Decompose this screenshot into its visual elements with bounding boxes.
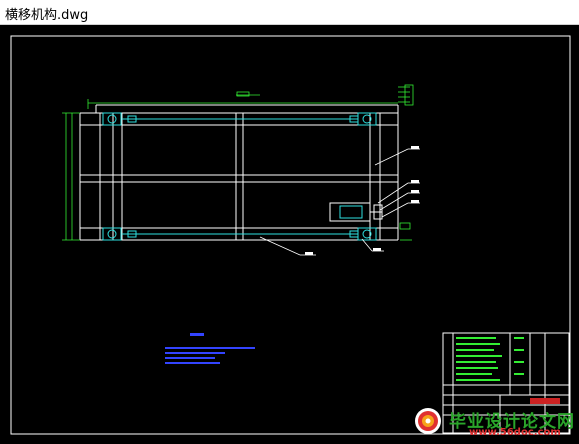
technical-notes xyxy=(165,333,255,364)
top-beam xyxy=(95,104,398,113)
shafts xyxy=(122,118,358,235)
window-title: 横移机构.dwg xyxy=(5,8,89,23)
dwg-drawing xyxy=(10,35,571,435)
frame-structure xyxy=(79,105,399,241)
watermark: 毕业设计论文网 www.56doc.com xyxy=(413,406,574,440)
bom-rows xyxy=(456,337,524,381)
leader-lines xyxy=(259,148,420,256)
dimension-lines xyxy=(62,84,414,241)
drive-motor xyxy=(329,202,383,222)
title-bar: 横移机构.dwg xyxy=(0,0,579,25)
balloon-marks xyxy=(305,146,419,255)
red-stamp xyxy=(530,398,560,404)
drawing-canvas[interactable]: 毕业设计论文网 www.56doc.com xyxy=(0,25,579,444)
watermark-url: www.56doc.com xyxy=(469,427,561,438)
watermark-logo-icon xyxy=(415,408,441,434)
cad-viewer-window: 横移机构.dwg 毕业设计论文网 www.56doc.com xyxy=(0,0,579,444)
